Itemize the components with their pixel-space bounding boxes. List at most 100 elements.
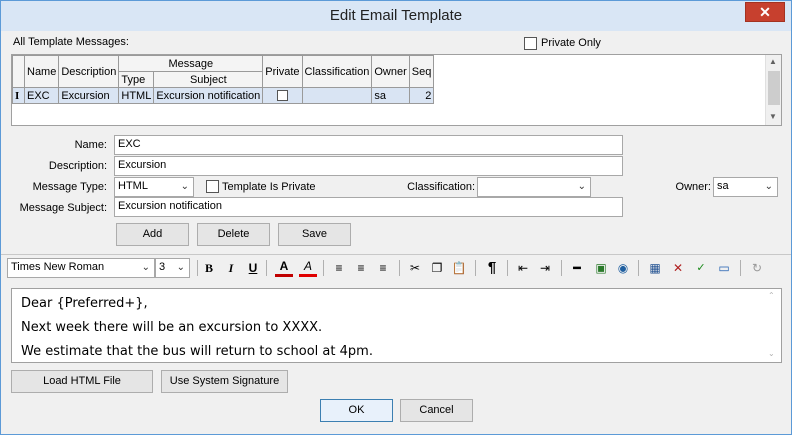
scroll-up-icon[interactable]: ▲ — [769, 57, 777, 66]
toolbar-separator — [561, 260, 562, 276]
cell-description: Excursion — [58, 87, 120, 104]
use-system-signature-button[interactable]: Use System Signature — [161, 370, 288, 393]
font-family-value: Times New Roman — [11, 261, 105, 273]
owner-value: sa — [717, 180, 729, 192]
chevron-down-icon: ⌄ — [176, 262, 185, 273]
col-header-private[interactable]: Private — [262, 55, 303, 88]
template-private-checkbox[interactable] — [206, 180, 219, 193]
cell-subject: Excursion notification — [153, 87, 264, 104]
insert-link-icon[interactable]: ◉ — [614, 259, 632, 277]
editor-line: Dear {Preferred+}, — [21, 296, 148, 311]
editor-scrollbar[interactable]: ⌃ ⌄ — [765, 289, 781, 362]
italic-icon[interactable]: I — [222, 259, 240, 277]
align-right-icon[interactable]: ≡ — [374, 259, 392, 277]
load-html-file-button[interactable]: Load HTML File — [11, 370, 153, 393]
refresh-icon[interactable]: ↻ — [748, 259, 766, 277]
templates-grid[interactable]: Name Description Message Private Classif… — [11, 54, 782, 126]
cell-owner: sa — [371, 87, 410, 104]
align-center-icon[interactable]: ≡ — [352, 259, 370, 277]
classification-select[interactable]: ⌄ — [477, 177, 591, 197]
spell-check-icon[interactable]: ✓ — [692, 259, 710, 277]
scroll-up-icon[interactable]: ⌃ — [768, 291, 775, 300]
chevron-down-icon: ⌄ — [180, 181, 189, 192]
private-cell-checkbox[interactable] — [276, 90, 288, 102]
close-button[interactable]: ✕ — [745, 2, 785, 22]
col-header-subject[interactable]: Subject — [153, 71, 264, 88]
paragraph-icon[interactable]: ¶ — [483, 259, 501, 277]
insert-image-icon[interactable]: ▣ — [592, 259, 610, 277]
indent-icon[interactable]: ⇥ — [536, 259, 554, 277]
add-button[interactable]: Add — [116, 223, 189, 246]
col-header-type[interactable]: Type — [118, 71, 155, 88]
templates-table: Name Description Message Private Classif… — [12, 55, 435, 104]
html-source-icon[interactable]: ▭ — [715, 259, 733, 277]
template-private-label: Template Is Private — [222, 181, 316, 193]
scroll-down-icon[interactable]: ⌄ — [768, 349, 775, 358]
private-only-label: Private Only — [541, 37, 601, 49]
description-field[interactable]: Excursion — [114, 156, 623, 176]
cancel-button[interactable]: Cancel — [400, 399, 473, 422]
cut-icon[interactable]: ✂ — [406, 259, 424, 277]
insert-table-icon[interactable]: ▦ — [646, 259, 664, 277]
ok-button[interactable]: OK — [320, 399, 393, 422]
col-header-classification[interactable]: Classification — [301, 55, 373, 88]
bold-icon[interactable]: B — [200, 259, 218, 277]
cell-name: EXC — [23, 87, 60, 104]
font-family-select[interactable]: Times New Roman ⌄ — [7, 258, 155, 278]
message-type-value: HTML — [118, 180, 148, 192]
row-header-corner — [12, 55, 25, 88]
toolbar-separator — [323, 260, 324, 276]
col-header-seq[interactable]: Seq — [408, 55, 435, 88]
private-only-checkbox[interactable] — [524, 37, 537, 50]
col-header-name[interactable]: Name — [23, 55, 60, 88]
toolbar-separator — [266, 260, 267, 276]
cell-type: HTML — [118, 87, 155, 104]
outdent-icon[interactable]: ⇤ — [514, 259, 532, 277]
cell-seq: 2 — [408, 87, 435, 104]
classification-label: Classification: — [407, 181, 475, 193]
copy-icon[interactable]: ❐ — [428, 259, 446, 277]
col-header-owner[interactable]: Owner — [371, 55, 410, 88]
all-templates-label: All Template Messages: — [13, 36, 129, 48]
formatting-toolbar: Times New Roman ⌄ 3 ⌄ B I U A A ≡ ≡ ≡ ✂ … — [7, 258, 787, 280]
owner-label: Owner: — [675, 181, 711, 193]
toolbar-separator — [399, 260, 400, 276]
title-bar: Edit Email Template ✕ — [1, 1, 791, 31]
col-header-description[interactable]: Description — [58, 55, 120, 88]
subject-label: Message Subject: — [19, 202, 107, 214]
font-size-value: 3 — [159, 261, 166, 273]
align-left-icon[interactable]: ≡ — [330, 259, 348, 277]
chevron-down-icon: ⌄ — [577, 181, 586, 192]
save-button[interactable]: Save — [278, 223, 351, 246]
editor-line: We estimate that the bus will return to … — [21, 344, 373, 359]
message-body-editor[interactable]: Dear {Preferred+}, Next week there will … — [11, 288, 782, 363]
underline-icon[interactable]: U — [244, 259, 262, 277]
edit-email-template-dialog: Edit Email Template ✕ All Template Messa… — [0, 0, 792, 435]
font-size-select[interactable]: 3 ⌄ — [155, 258, 190, 278]
delete-button[interactable]: Delete — [197, 223, 270, 246]
highlight-color-icon[interactable]: A — [299, 259, 317, 277]
scroll-thumb[interactable] — [768, 71, 780, 105]
horizontal-rule-icon[interactable]: ━ — [568, 259, 586, 277]
message-type-label: Message Type: — [32, 181, 107, 193]
toolbar-separator — [197, 260, 198, 276]
message-type-select[interactable]: HTML ⌄ — [114, 177, 194, 197]
name-field[interactable]: EXC — [114, 135, 623, 155]
cell-classification — [301, 87, 373, 104]
editor-line: Next week there will be an excursion to … — [21, 320, 323, 335]
delete-table-icon[interactable]: ✕ — [669, 259, 687, 277]
scroll-down-icon[interactable]: ▼ — [769, 112, 777, 121]
table-row[interactable]: I EXC Excursion HTML Excursion notificat… — [12, 87, 435, 104]
text-color-icon[interactable]: A — [275, 259, 293, 277]
subject-field[interactable]: Excursion notification — [114, 197, 623, 217]
col-group-message: Message — [118, 55, 264, 72]
section-divider — [1, 254, 791, 255]
toolbar-separator — [740, 260, 741, 276]
toolbar-separator — [475, 260, 476, 276]
owner-select[interactable]: sa ⌄ — [713, 177, 778, 197]
row-marker: I — [12, 87, 25, 104]
chevron-down-icon: ⌄ — [141, 262, 150, 273]
grid-scrollbar[interactable]: ▲ ▼ — [765, 55, 781, 125]
paste-icon[interactable]: 📋 — [450, 259, 468, 277]
description-label: Description: — [48, 160, 107, 172]
